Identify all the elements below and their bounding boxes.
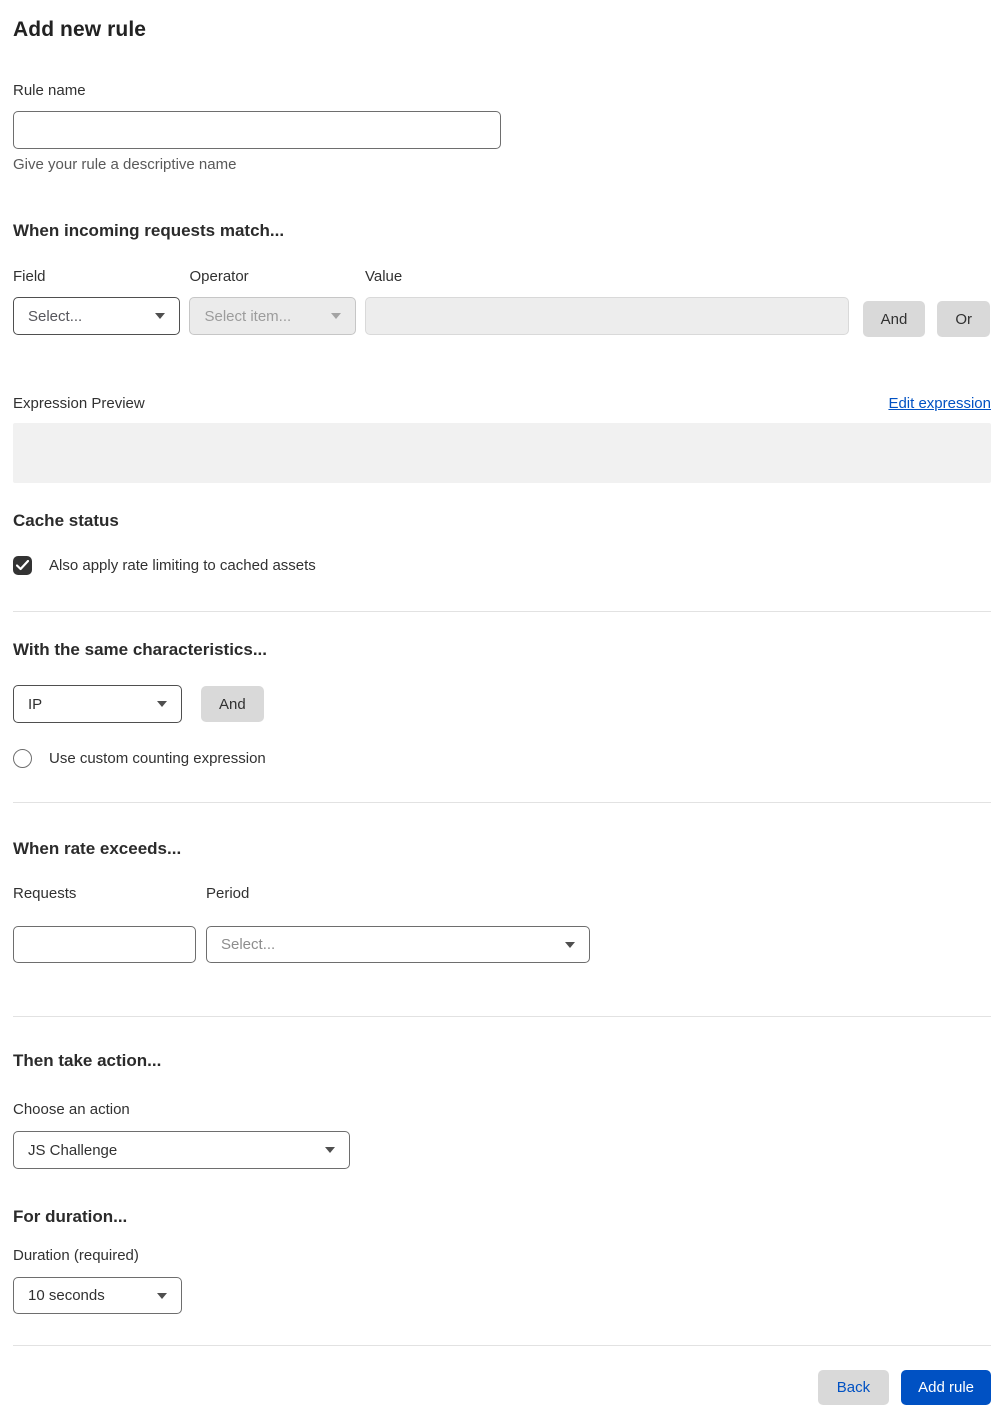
- match-section-heading: When incoming requests match...: [13, 221, 285, 240]
- value-label: Value: [364, 268, 403, 285]
- chevron-down-icon: [157, 1292, 167, 1299]
- value-column: Value: [364, 268, 849, 335]
- characteristics-row: IP And: [13, 685, 990, 723]
- chevron-down-icon: [565, 941, 575, 948]
- rate-row: Requests Period Select...: [13, 885, 990, 963]
- cache-section-heading: Cache status: [13, 511, 119, 530]
- match-buttons: And Or: [862, 301, 990, 337]
- chevron-down-icon: [325, 1147, 335, 1153]
- rate-section-heading: When rate exceeds...: [13, 839, 182, 858]
- section-divider: [13, 1016, 991, 1017]
- add-rule-form: Add new rule Rule name Give your rule a …: [0, 0, 1002, 1405]
- or-button[interactable]: Or: [937, 301, 990, 337]
- match-row: Field Select... Operator Select item... …: [13, 268, 990, 337]
- requests-label: Requests: [13, 885, 77, 902]
- action-select[interactable]: JS Challenge: [13, 1131, 350, 1169]
- characteristic-select[interactable]: IP: [13, 685, 182, 723]
- duration-section-heading: For duration...: [13, 1207, 128, 1226]
- period-label: Period: [206, 885, 250, 902]
- characteristic-select-value: IP: [28, 695, 43, 713]
- rule-name-label: Rule name: [13, 82, 86, 99]
- rule-name-group: Rule name Give your rule a descriptive n…: [13, 82, 990, 173]
- section-divider: [13, 802, 991, 803]
- check-icon: [16, 560, 29, 571]
- counting-expression-row: Use custom counting expression: [13, 749, 990, 768]
- counting-expression-checkbox[interactable]: [13, 749, 32, 768]
- value-input: [364, 297, 849, 335]
- chevron-down-icon: [330, 313, 341, 319]
- requests-input[interactable]: [13, 926, 196, 963]
- characteristics-section-heading: With the same characteristics...: [13, 640, 268, 659]
- back-button[interactable]: Back: [817, 1370, 890, 1405]
- action-select-value: JS Challenge: [28, 1141, 118, 1159]
- section-divider: [13, 611, 991, 612]
- counting-expression-label: Use custom counting expression: [49, 750, 266, 767]
- duration-label: Duration (required): [13, 1247, 139, 1264]
- duration-select-value: 10 seconds: [28, 1287, 105, 1304]
- add-rule-button[interactable]: Add rule: [901, 1370, 991, 1405]
- and-button[interactable]: And: [862, 301, 926, 337]
- cache-checkbox[interactable]: [13, 556, 32, 575]
- operator-select-value: Select item...: [204, 307, 292, 325]
- rule-name-helper: Give your rule a descriptive name: [13, 156, 237, 173]
- operator-select: Select item...: [189, 297, 356, 335]
- field-select[interactable]: Select...: [13, 297, 181, 335]
- expression-preview-box: [13, 423, 991, 483]
- expression-preview-label: Expression Preview: [13, 395, 145, 412]
- period-select-value: Select...: [221, 936, 276, 953]
- chevron-down-icon: [157, 701, 167, 707]
- action-section-heading: Then take action...: [13, 1051, 162, 1070]
- field-column: Field Select...: [13, 268, 181, 335]
- field-label: Field: [13, 268, 46, 285]
- expression-preview-header: Expression Preview Edit expression: [13, 395, 991, 412]
- footer-actions: Back Add rule: [13, 1370, 991, 1405]
- requests-column: Requests: [13, 885, 196, 963]
- period-column: Period Select...: [206, 885, 590, 963]
- chevron-down-icon: [155, 313, 166, 319]
- period-select[interactable]: Select...: [206, 926, 590, 963]
- operator-label: Operator: [189, 268, 249, 285]
- duration-select[interactable]: 10 seconds: [13, 1277, 182, 1314]
- characteristic-and-button[interactable]: And: [201, 686, 264, 722]
- page-title: Add new rule: [13, 18, 147, 41]
- cache-checkbox-label: Also apply rate limiting to cached asset…: [49, 557, 316, 574]
- field-select-value: Select...: [28, 307, 83, 325]
- cache-checkbox-row: Also apply rate limiting to cached asset…: [13, 556, 990, 575]
- edit-expression-link[interactable]: Edit expression: [888, 395, 991, 412]
- rule-name-input[interactable]: [13, 111, 501, 149]
- operator-column: Operator Select item...: [189, 268, 356, 335]
- footer-divider: [13, 1345, 991, 1346]
- action-label: Choose an action: [13, 1101, 130, 1118]
